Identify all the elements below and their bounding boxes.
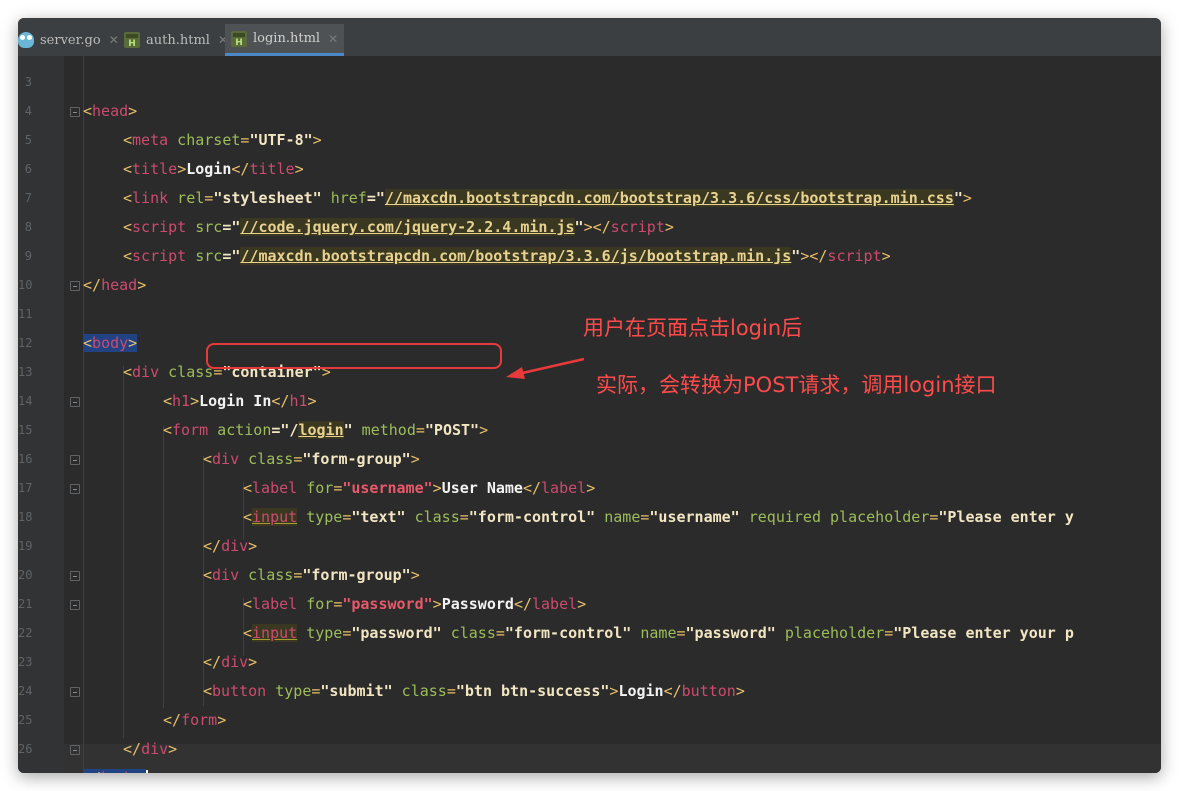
code-line-25: </form> (163, 711, 227, 729)
tab-label: auth.html (146, 32, 210, 48)
code-line-16: <div class="form-group"> (203, 450, 420, 468)
highlight-box (206, 343, 502, 369)
code-line-24: <button type="submit" class="btn btn-suc… (203, 682, 745, 700)
code-line-21: <label for="password">Password</label> (243, 595, 587, 613)
tab-label: server.go (40, 32, 101, 48)
line-number: 11 (18, 307, 33, 321)
line-number: 23 (18, 655, 33, 669)
tab-label: login.html (253, 31, 321, 46)
fold-marker-icon[interactable] (70, 600, 80, 610)
code-line-15: <form action="/login" method="POST"> (163, 421, 489, 439)
line-number: 3 (24, 75, 32, 89)
code-line-18: <input type="text" class="form-control" … (243, 508, 1074, 526)
code-editor[interactable]: 3 4 5 6 7 8 9 10 11 12 13 14 15 16 17 18… (18, 56, 1161, 773)
line-number: 22 (18, 626, 33, 640)
code-line-17: <label for="username">User Name</label> (243, 479, 596, 497)
current-line-highlight (64, 744, 1161, 773)
text-caret (146, 769, 149, 773)
code-line-12: <body> (83, 334, 138, 352)
line-number: 4 (24, 104, 32, 118)
code-line-26: </div> (123, 740, 178, 758)
fold-marker-icon[interactable] (70, 455, 80, 465)
line-number: 16 (18, 452, 33, 466)
close-icon[interactable]: ✕ (109, 33, 119, 47)
code-url-link[interactable]: //code.jquery.com/jquery-2.2.4.min.js (240, 218, 575, 236)
line-number: 27 (18, 764, 32, 773)
annotation-arrow-icon (506, 357, 585, 379)
code-line-5: <meta charset="UTF-8"> (123, 131, 322, 149)
html-file-icon (124, 32, 140, 49)
fold-marker-icon[interactable] (70, 571, 80, 581)
indent-guide (163, 426, 164, 708)
tab-login-html[interactable]: login.html ✕ (225, 24, 345, 56)
line-number: 19 (18, 539, 33, 553)
code-line-20: <div class="form-group"> (203, 566, 420, 584)
code-line-19: </div> (203, 537, 258, 555)
html-file-icon (231, 30, 247, 48)
code-line-7: <link rel="stylesheet" href="//maxcdn.bo… (123, 189, 972, 207)
editor-tab-bar: server.go ✕ auth.html ✕ login.html ✕ (18, 18, 1161, 57)
line-number: 14 (18, 394, 33, 408)
line-number: 13 (18, 365, 33, 379)
code-line-4: <head> (83, 102, 138, 120)
code-line-14: <h1>Login In</h1> (163, 392, 317, 410)
code-line-8: <script src="//code.jquery.com/jquery-2.… (123, 218, 674, 236)
code-line-9: <script src="//maxcdn.bootstrapcdn.com/b… (123, 247, 891, 265)
tab-server-go[interactable]: server.go ✕ (18, 24, 119, 56)
code-line-10: </head> (83, 276, 147, 294)
indent-guide (123, 366, 124, 738)
fold-marker-icon[interactable] (70, 484, 80, 494)
line-number: 12 (18, 336, 33, 350)
line-number: 26 (18, 742, 33, 756)
line-number: 21 (18, 597, 33, 611)
line-number: 8 (24, 220, 32, 234)
fold-marker-icon[interactable] (70, 687, 80, 697)
line-number: 20 (18, 568, 33, 582)
fold-marker-icon[interactable] (70, 397, 80, 407)
code-url-link[interactable]: //maxcdn.bootstrapcdn.com/bootstrap/3.3.… (384, 189, 954, 207)
code-url-link[interactable]: login (298, 421, 344, 439)
code-line-22: <input type="password" class="form-contr… (243, 624, 1074, 642)
code-line-6: <title>Login</title> (123, 160, 304, 178)
fold-marker-icon[interactable] (70, 107, 80, 117)
line-number: 6 (24, 162, 32, 176)
code-url-link[interactable]: //maxcdn.bootstrapcdn.com/bootstrap/3.3.… (240, 247, 792, 265)
line-number: 10 (18, 278, 33, 292)
code-line-23: </div> (203, 653, 258, 671)
indent-guide (83, 56, 84, 773)
line-number: 7 (24, 191, 32, 205)
close-icon[interactable]: ✕ (328, 32, 338, 46)
go-file-icon (18, 32, 34, 48)
tab-auth-html[interactable]: auth.html ✕ (124, 24, 228, 56)
line-number: 15 (18, 423, 33, 437)
line-number: 24 (18, 684, 33, 698)
annotation-text: 用户在页面点击login后 (583, 316, 803, 340)
line-number: 9 (24, 249, 32, 263)
fold-marker-icon[interactable] (70, 281, 80, 291)
line-number: 5 (24, 133, 32, 147)
fold-marker-icon[interactable] (70, 745, 80, 755)
code-line-27: </body> (83, 764, 149, 773)
line-number: 25 (18, 713, 33, 727)
line-number: 17 (18, 481, 33, 495)
line-number: 18 (18, 510, 33, 524)
annotation-text: 实际，会转换为POST请求，调用login接口 (596, 373, 997, 397)
